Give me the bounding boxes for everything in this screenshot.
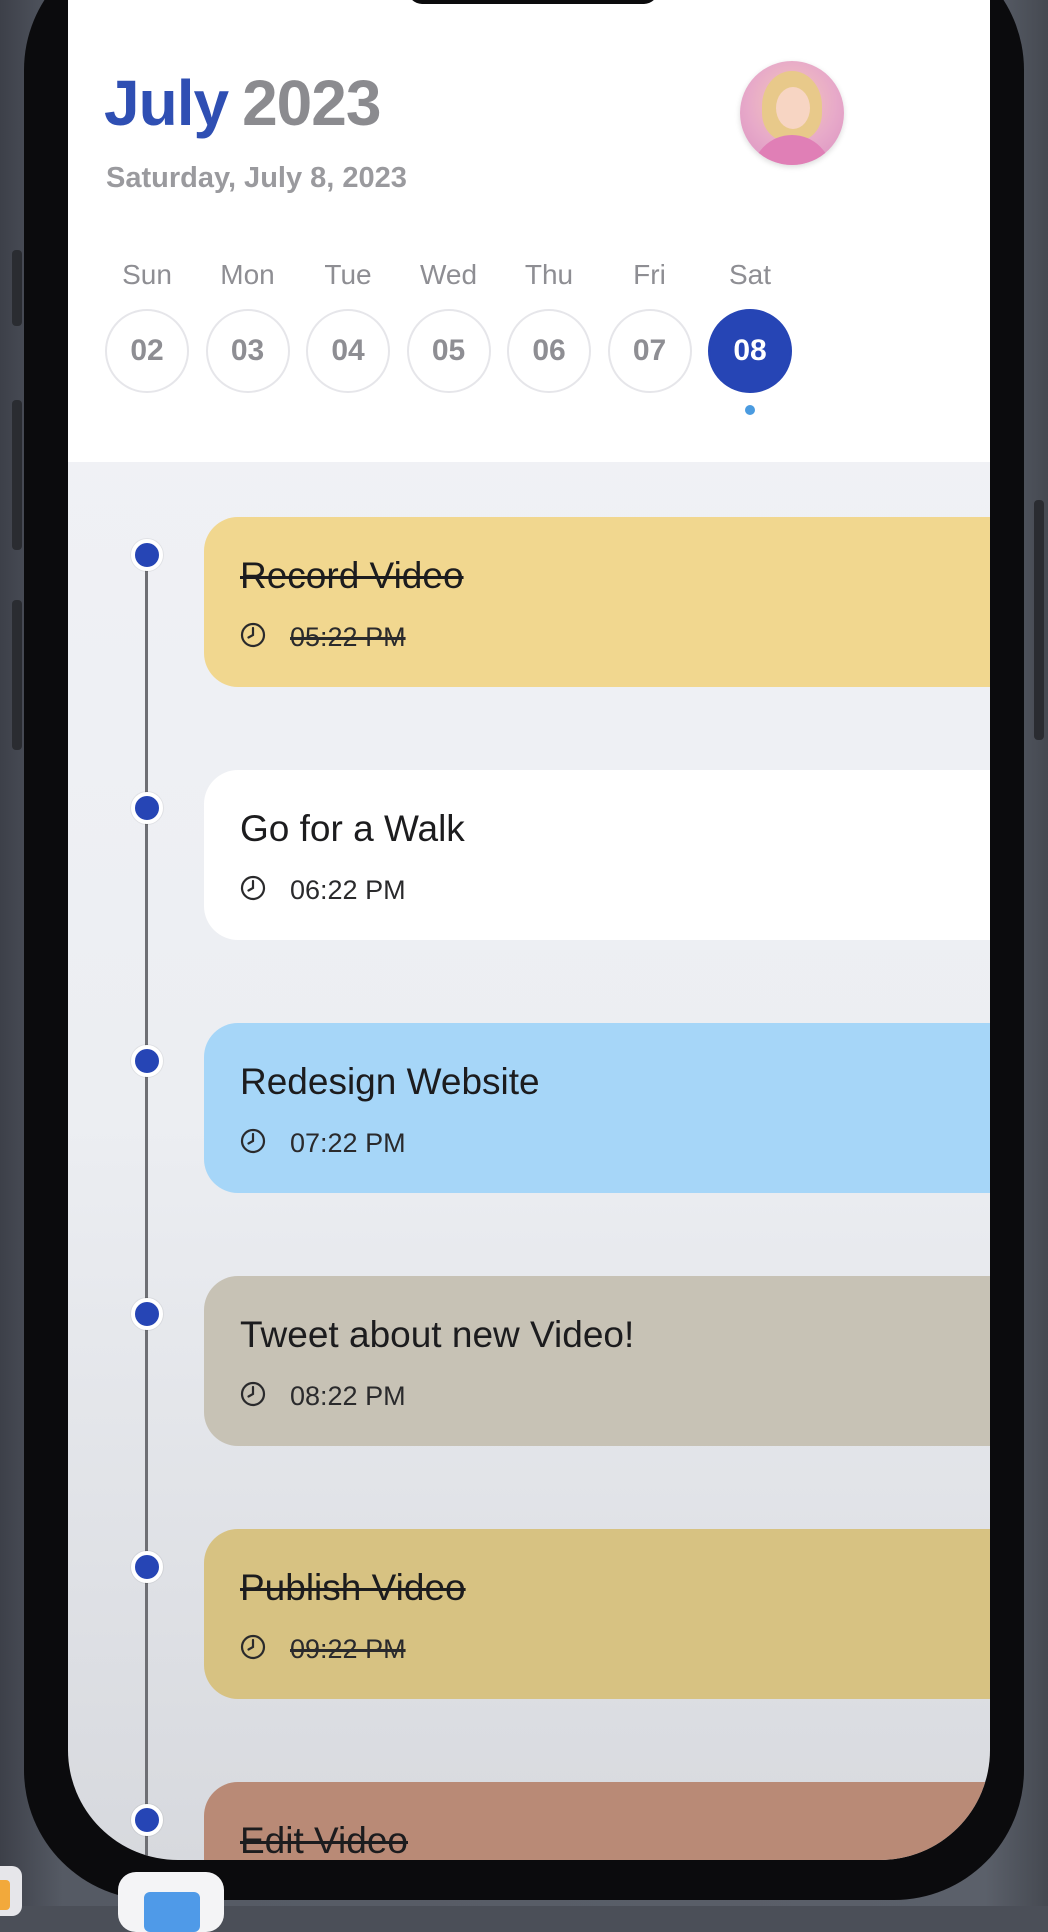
day-number-button[interactable]: 04 bbox=[306, 309, 390, 393]
timeline-dot bbox=[131, 539, 163, 571]
task-item: Edit Video10:22 PM bbox=[68, 1782, 990, 1860]
task-card[interactable]: Redesign Website 07:22 PM bbox=[204, 1023, 990, 1193]
task-time-row: 08:22 PM bbox=[240, 1380, 406, 1412]
dock-finder-icon[interactable] bbox=[118, 1872, 224, 1932]
task-time-row: 05:22 PM bbox=[240, 621, 406, 653]
day-number-button[interactable]: 03 bbox=[205, 309, 290, 393]
task-item: Go for a Walk 06:22 PM bbox=[68, 770, 990, 940]
avatar-face bbox=[776, 87, 810, 129]
clock-icon bbox=[240, 1128, 290, 1159]
title-month: July bbox=[104, 67, 229, 139]
clock-icon bbox=[240, 1634, 290, 1665]
selected-day-indicator bbox=[745, 405, 755, 415]
day-number-button[interactable]: 06 bbox=[507, 309, 591, 393]
task-card[interactable]: Edit Video10:22 PM bbox=[204, 1782, 990, 1860]
task-time-row: 06:22 PM bbox=[240, 874, 406, 906]
day-number-button[interactable]: 08 bbox=[708, 309, 792, 393]
timeline-dot bbox=[131, 1551, 163, 1583]
task-title: Publish Video bbox=[240, 1567, 466, 1608]
task-card[interactable]: Record Video 05:22 PM bbox=[204, 517, 990, 687]
day-number-button[interactable]: 02 bbox=[105, 309, 189, 393]
task-item: Tweet about new Video! 08:22 PM bbox=[68, 1276, 990, 1446]
task-item: Publish Video 09:22 PM bbox=[68, 1529, 990, 1699]
day-number-button[interactable]: 05 bbox=[406, 309, 491, 393]
timeline-dot bbox=[131, 792, 163, 824]
clock-icon bbox=[240, 622, 290, 653]
task-card[interactable]: Tweet about new Video! 08:22 PM bbox=[204, 1276, 990, 1446]
phone-volume-up-button bbox=[12, 400, 22, 550]
task-time: 09:22 PM bbox=[290, 1633, 406, 1664]
timeline-dot bbox=[131, 1045, 163, 1077]
day-sat[interactable]: Sat 08 bbox=[690, 255, 810, 415]
task-time: 07:22 PM bbox=[290, 1127, 406, 1158]
phone-volume-down-button bbox=[12, 600, 22, 750]
task-card[interactable]: Publish Video 09:22 PM bbox=[204, 1529, 990, 1699]
task-time: 06:22 PM bbox=[290, 874, 406, 905]
title-year: 2023 bbox=[242, 67, 381, 139]
avatar-body bbox=[752, 135, 832, 165]
clock-icon bbox=[240, 1381, 290, 1412]
task-title: Go for a Walk bbox=[240, 808, 465, 849]
page-title: July 2023 bbox=[104, 66, 381, 140]
calendar-header: July 2023 Saturday, July 8, 2023 Sun 02 Mon… bbox=[68, 0, 990, 462]
app-screen: July 2023 Saturday, July 8, 2023 Sun 02 Mon… bbox=[68, 0, 990, 1860]
day-number-button[interactable]: 07 bbox=[607, 309, 692, 393]
task-title: Record Video bbox=[240, 555, 464, 596]
task-title: Tweet about new Video! bbox=[240, 1314, 635, 1355]
current-date-label: Saturday, July 8, 2023 bbox=[106, 162, 407, 194]
dock-app-icon[interactable] bbox=[0, 1866, 22, 1916]
phone-action-button bbox=[12, 250, 22, 326]
phone-frame: July 2023 Saturday, July 8, 2023 Sun 02 Mon… bbox=[24, 0, 1024, 1900]
timeline-dot bbox=[131, 1298, 163, 1330]
phone-power-button bbox=[1034, 500, 1044, 740]
task-item: Redesign Website 07:22 PM bbox=[68, 1023, 990, 1193]
dynamic-island bbox=[408, 0, 658, 4]
task-time-row: 07:22 PM bbox=[240, 1127, 406, 1159]
task-title: Edit Video bbox=[240, 1820, 408, 1860]
task-time-row: 09:22 PM bbox=[240, 1633, 406, 1665]
task-time: 08:22 PM bbox=[290, 1380, 406, 1411]
task-title: Redesign Website bbox=[240, 1061, 540, 1102]
profile-avatar[interactable] bbox=[740, 61, 844, 165]
day-name-label: Sat bbox=[728, 259, 772, 290]
task-card[interactable]: Go for a Walk 06:22 PM bbox=[204, 770, 990, 940]
week-day-selector: Sun 02 Mon 03 Tue 04 Wed 05 Thu 06 Fri 07 Sat 08 bbox=[68, 255, 990, 425]
task-time: 05:22 PM bbox=[290, 621, 406, 652]
task-item: Record Video 05:22 PM bbox=[68, 517, 990, 687]
timeline-dot bbox=[131, 1804, 163, 1836]
clock-icon bbox=[240, 875, 290, 906]
